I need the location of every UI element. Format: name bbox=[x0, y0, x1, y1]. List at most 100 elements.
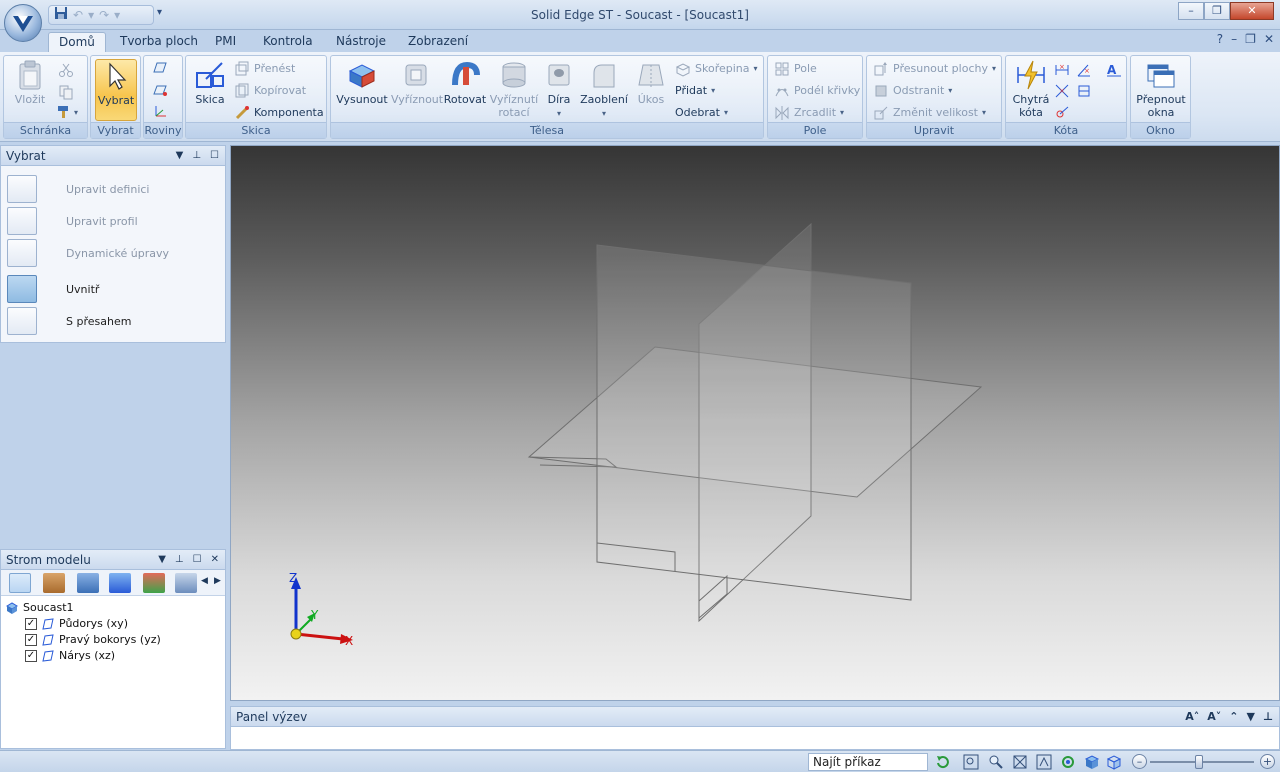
graphics-viewport[interactable]: Z Y X bbox=[230, 145, 1280, 701]
add-button[interactable]: Přidat ▾ bbox=[675, 81, 715, 101]
revolve-button[interactable]: Rotovat bbox=[443, 59, 487, 121]
select-tool-button[interactable]: Vybrat bbox=[95, 59, 137, 121]
feature-library-tab-icon[interactable] bbox=[109, 573, 131, 593]
tab-kontrola[interactable]: Kontrola bbox=[253, 32, 323, 52]
visibility-checkbox[interactable]: ✓ bbox=[25, 634, 37, 646]
hole-dropdown-icon[interactable]: ▾ bbox=[557, 109, 561, 118]
document-close-button[interactable]: ✕ bbox=[1264, 32, 1274, 46]
cut-out-button[interactable]: Vyříznout bbox=[391, 59, 443, 121]
pan-icon[interactable] bbox=[1036, 754, 1052, 770]
family-parts-tab-icon[interactable] bbox=[77, 573, 99, 593]
increase-font-icon[interactable]: A˄ bbox=[1185, 707, 1199, 727]
decrease-font-icon[interactable]: A˅ bbox=[1207, 707, 1221, 727]
delete-button[interactable]: Odstranit ▾ bbox=[873, 81, 952, 101]
pin-icon[interactable]: ⊥ bbox=[175, 550, 184, 570]
remove-button[interactable]: Odebrat ▾ bbox=[675, 103, 728, 123]
visibility-checkbox[interactable]: ✓ bbox=[25, 650, 37, 662]
round-dropdown-icon[interactable]: ▾ bbox=[602, 109, 606, 118]
document-restore-button[interactable]: ❐ bbox=[1245, 32, 1256, 46]
pattern-button[interactable]: Pole bbox=[774, 59, 817, 79]
pin-icon[interactable]: ⊥ bbox=[192, 146, 201, 166]
maximize-panel-icon[interactable]: ☐ bbox=[193, 550, 202, 570]
tab-tvorba-ploch[interactable]: Tvorba ploch bbox=[110, 32, 208, 52]
tree-item-top-plane[interactable]: ✓ Půdorys (xy) bbox=[25, 616, 128, 632]
paste-button[interactable]: Vložit bbox=[8, 59, 52, 121]
switch-windows-button[interactable]: Přepnout okna ▾ bbox=[1135, 59, 1187, 131]
layers-tab-icon[interactable] bbox=[43, 573, 65, 593]
view-orientation-icon[interactable] bbox=[1084, 754, 1100, 770]
edit-definition-item[interactable]: Upravit definici bbox=[7, 174, 221, 204]
mirror-button[interactable]: Zrcadlit ▾ bbox=[774, 103, 844, 123]
pattern-along-curve-button[interactable]: Podél křivky bbox=[774, 81, 860, 101]
component-button[interactable]: Komponenta bbox=[234, 103, 324, 123]
curve-pattern-icon bbox=[774, 83, 790, 99]
maximize-panel-icon[interactable]: ☐ bbox=[210, 146, 219, 166]
pin-icon[interactable]: ⊥ bbox=[1263, 707, 1273, 727]
angular-coordinate-icon[interactable] bbox=[1054, 104, 1070, 120]
front-plane[interactable] bbox=[596, 244, 912, 601]
format-dropdown-icon[interactable]: ▾ bbox=[74, 108, 78, 117]
scroll-right-icon[interactable]: ▶ bbox=[214, 576, 221, 586]
symmetric-dimension-icon[interactable]: × bbox=[1054, 83, 1070, 99]
round-button[interactable]: Zaoblení ▾ bbox=[579, 59, 629, 121]
cut-icon[interactable] bbox=[58, 62, 74, 78]
edit-profile-item[interactable]: Upravit profil bbox=[7, 206, 221, 236]
transfer-button[interactable]: Přenést bbox=[234, 59, 295, 79]
panel-menu-icon[interactable]: ▼ bbox=[158, 550, 166, 570]
copy-sketch-button[interactable]: Kopírovat bbox=[234, 81, 306, 101]
overlapping-selection-item[interactable]: S přesahem bbox=[7, 306, 221, 336]
zoom-slider-thumb[interactable] bbox=[1195, 755, 1203, 769]
zoom-out-button[interactable]: – bbox=[1132, 754, 1147, 769]
help-icon[interactable]: ? bbox=[1217, 32, 1223, 46]
draft-button[interactable]: Úkos bbox=[631, 59, 671, 121]
revolved-cut-button[interactable]: Vyříznutí rotací bbox=[489, 59, 539, 121]
find-command-input[interactable]: Najít příkaz bbox=[808, 753, 928, 771]
close-panel-icon[interactable]: ✕ bbox=[211, 550, 219, 570]
tab-pmi[interactable]: PMI bbox=[205, 32, 246, 52]
hole-button[interactable]: Díra ▾ bbox=[541, 59, 577, 121]
zoom-icon[interactable] bbox=[988, 754, 1004, 770]
minimize-button[interactable]: – bbox=[1178, 2, 1204, 20]
tree-item-right-plane[interactable]: ✓ Pravý bokorys (yz) bbox=[25, 632, 161, 648]
scroll-left-icon[interactable]: ◀ bbox=[201, 576, 208, 586]
coordinate-dimension-icon[interactable] bbox=[1076, 83, 1092, 99]
tree-item-front-plane[interactable]: ✓ Nárys (xz) bbox=[25, 648, 115, 664]
maximize-button[interactable]: ❐ bbox=[1204, 2, 1230, 20]
visibility-checkbox[interactable]: ✓ bbox=[25, 618, 37, 630]
resize-button[interactable]: Změnit velikost ▾ bbox=[873, 103, 986, 123]
zoom-in-button[interactable]: + bbox=[1260, 754, 1275, 769]
copy-icon[interactable] bbox=[58, 84, 74, 100]
tab-domu[interactable]: Domů bbox=[48, 32, 106, 52]
dimension-style-icon[interactable]: A bbox=[1106, 62, 1122, 78]
rotate-view-icon[interactable] bbox=[1060, 754, 1076, 770]
distance-between-icon[interactable]: × bbox=[1054, 62, 1070, 78]
panel-menu-icon[interactable]: ▼ bbox=[1246, 707, 1254, 727]
tab-zobrazeni[interactable]: Zobrazení bbox=[398, 32, 478, 52]
thin-wall-button[interactable]: Skořepina ▾ bbox=[675, 59, 758, 79]
dynamic-edit-item[interactable]: Dynamické úpravy bbox=[7, 238, 221, 268]
inside-selection-item[interactable]: Uvnitř bbox=[7, 274, 221, 304]
fit-icon[interactable] bbox=[1012, 754, 1028, 770]
close-button[interactable]: ✕ bbox=[1230, 2, 1274, 20]
plane-options-icon[interactable] bbox=[152, 82, 168, 98]
format-painter-icon[interactable] bbox=[56, 104, 72, 120]
color-manager-tab-icon[interactable] bbox=[143, 573, 165, 593]
refresh-icon[interactable] bbox=[935, 754, 951, 770]
extrude-button[interactable]: Vysunout bbox=[335, 59, 389, 121]
plane-icon[interactable] bbox=[152, 60, 168, 76]
panel-menu-icon[interactable]: ▼ bbox=[176, 146, 184, 166]
smart-dimension-button[interactable]: Chytrá kóta bbox=[1010, 59, 1052, 121]
application-button[interactable] bbox=[4, 4, 42, 42]
coordinate-system-icon[interactable] bbox=[152, 104, 168, 120]
zoom-area-icon[interactable] bbox=[963, 754, 979, 770]
document-minimize-button[interactable]: – bbox=[1231, 32, 1237, 46]
shaded-view-icon[interactable] bbox=[1106, 754, 1122, 770]
sketch-button[interactable]: Skica bbox=[190, 59, 230, 121]
move-faces-button[interactable]: Přesunout plochy ▾ bbox=[873, 59, 996, 79]
collapse-up-icon[interactable]: ⌃ bbox=[1229, 707, 1238, 727]
sensors-tab-icon[interactable] bbox=[175, 573, 197, 593]
tab-nastroje[interactable]: Nástroje bbox=[326, 32, 396, 52]
tree-root[interactable]: Soucast1 bbox=[5, 600, 74, 616]
angle-between-icon[interactable]: × bbox=[1076, 62, 1092, 78]
feature-tree-tab-icon[interactable] bbox=[9, 573, 31, 593]
